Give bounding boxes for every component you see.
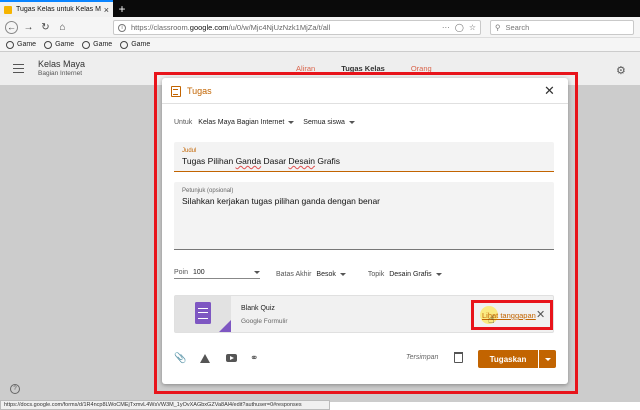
for-label: Untuk	[174, 119, 193, 126]
chevron-down-icon	[288, 121, 295, 124]
attachment-type: Google Formulir	[241, 318, 288, 325]
attach-file-icon[interactable]: 📎	[174, 353, 186, 364]
class-name[interactable]: Kelas Maya	[38, 59, 85, 69]
help-icon[interactable]: ?	[10, 384, 20, 394]
dialog-footer: 📎 ⚭ Tersimpan Tugaskan	[174, 350, 556, 368]
chevron-down-icon	[348, 121, 355, 124]
screen: Tugas Kelas untuk Kelas Maya × + ← → ↻ ⌂…	[0, 0, 640, 410]
dialog-header: Tugas ✕	[162, 78, 568, 104]
globe-icon	[44, 40, 53, 49]
due-label: Batas Akhir	[276, 270, 312, 278]
class-select[interactable]: Kelas Maya Bagian Internet	[198, 119, 295, 126]
remove-attachment-icon[interactable]: ✕	[536, 308, 545, 321]
reload-icon[interactable]: ↻	[39, 21, 52, 34]
title-label: Judul	[182, 148, 197, 154]
class-section: Bagian Internet	[38, 70, 83, 77]
chevron-down-icon	[339, 272, 346, 276]
chevron-down-icon	[254, 271, 260, 274]
responses-highlight: Lihat tanggapan ☝ ✕	[471, 300, 553, 330]
bookmark-star-icon[interactable]: ☆	[469, 23, 476, 32]
home-icon[interactable]: ⌂	[56, 21, 69, 34]
close-icon[interactable]: ✕	[544, 83, 555, 99]
attachment-card[interactable]: Blank Quiz Google Formulir Lihat tanggap…	[174, 295, 554, 333]
due-select[interactable]: Batas Akhir Besok	[276, 271, 346, 278]
title-field[interactable]: Judul Tugas Pilihan Ganda Dasar Desain G…	[174, 142, 554, 172]
bookmark-game-1[interactable]: Game	[6, 40, 36, 49]
search-placeholder: Search	[505, 23, 530, 32]
instructions-field[interactable]: Petunjuk (opsional) Silahkan kerjakan tu…	[174, 182, 554, 250]
students-select[interactable]: Semua siswa	[303, 119, 355, 126]
browser-tab[interactable]: Tugas Kelas untuk Kelas Maya ×	[0, 0, 113, 17]
hand-cursor-icon: ☝	[488, 314, 495, 326]
instructions-input[interactable]: Silahkan kerjakan tugas pilihan ganda de…	[182, 196, 380, 206]
points-label: Poin	[174, 269, 189, 276]
bookmarks-bar: Game Game Game Game	[0, 38, 640, 52]
dialog-title: Tugas	[187, 86, 212, 96]
chevron-down-icon	[544, 357, 551, 361]
url-domain: google.com	[189, 23, 229, 32]
topic-label: Topik	[367, 270, 385, 278]
tab-close-icon[interactable]: ×	[104, 5, 109, 15]
status-bar-url: https://docs.google.com/forms/d/1R4ncp8L…	[0, 400, 330, 410]
instructions-label: Petunjuk (opsional)	[182, 188, 234, 194]
menu-icon[interactable]	[13, 64, 24, 73]
browser-nav-bar: ← → ↻ ⌂ i https://classroom. google.com/u…	[0, 17, 640, 38]
bookmark-game-2[interactable]: Game	[44, 40, 74, 49]
site-info-icon[interactable]: i	[118, 23, 126, 32]
classroom-favicon-icon	[4, 5, 12, 14]
topic-select[interactable]: Topik Desain Grafis	[368, 271, 442, 278]
topic-value: Desain Grafis	[389, 270, 432, 278]
globe-icon	[6, 40, 14, 49]
forward-arrow-icon[interactable]: →	[22, 21, 35, 34]
new-tab-button[interactable]: +	[113, 1, 131, 17]
forms-corner-icon	[219, 320, 231, 332]
gear-icon[interactable]: ⚙	[616, 64, 626, 77]
bookmark-game-3[interactable]: Game	[82, 40, 112, 49]
browser-search-box[interactable]: ⚲ Search	[490, 20, 634, 35]
assignment-icon	[171, 86, 181, 97]
options-row: Poin 100 Batas Akhir Besok Topik Desain Gra…	[174, 267, 554, 281]
pocket-icon[interactable]: ◯	[455, 23, 464, 32]
url-prefix: https://classroom.	[131, 23, 190, 32]
google-drive-icon[interactable]	[200, 354, 210, 363]
attachment-title: Blank Quiz	[241, 305, 275, 312]
back-arrow-icon[interactable]: ←	[5, 20, 18, 34]
due-value: Besok	[316, 270, 336, 278]
points-value: 100	[193, 269, 205, 276]
globe-icon	[120, 40, 129, 49]
title-input[interactable]: Tugas Pilihan Ganda Dasar Desain Grafis	[182, 156, 340, 166]
saved-status: Tersimpan	[406, 354, 439, 361]
points-select[interactable]: Poin 100	[174, 269, 260, 279]
tab-title: Tugas Kelas untuk Kelas Maya	[16, 6, 101, 13]
browser-tab-strip: Tugas Kelas untuk Kelas Maya × +	[0, 0, 640, 17]
assignment-dialog: Tugas ✕ Untuk Kelas Maya Bagian Internet…	[162, 78, 568, 384]
search-icon: ⚲	[495, 23, 501, 32]
link-icon[interactable]: ⚭	[250, 353, 258, 364]
url-path: /u/0/w/Mjc4NjUzNzk1MjZa/t/all	[228, 23, 331, 32]
assign-button[interactable]: Tugaskan	[478, 350, 538, 368]
page-actions-icon[interactable]: ···	[442, 23, 450, 32]
address-bar[interactable]: i https://classroom. google.com/u/0/w/Mjc…	[113, 20, 481, 35]
globe-icon	[82, 40, 91, 49]
for-row: Untuk Kelas Maya Bagian Internet Semua s…	[174, 119, 355, 126]
forms-thumbnail	[175, 296, 231, 332]
youtube-icon[interactable]	[226, 354, 237, 362]
chevron-down-icon	[435, 272, 442, 276]
assign-options-button[interactable]	[539, 350, 556, 368]
google-forms-icon	[195, 302, 211, 324]
trash-icon[interactable]	[454, 352, 463, 363]
bookmark-game-4[interactable]: Game	[120, 40, 150, 49]
